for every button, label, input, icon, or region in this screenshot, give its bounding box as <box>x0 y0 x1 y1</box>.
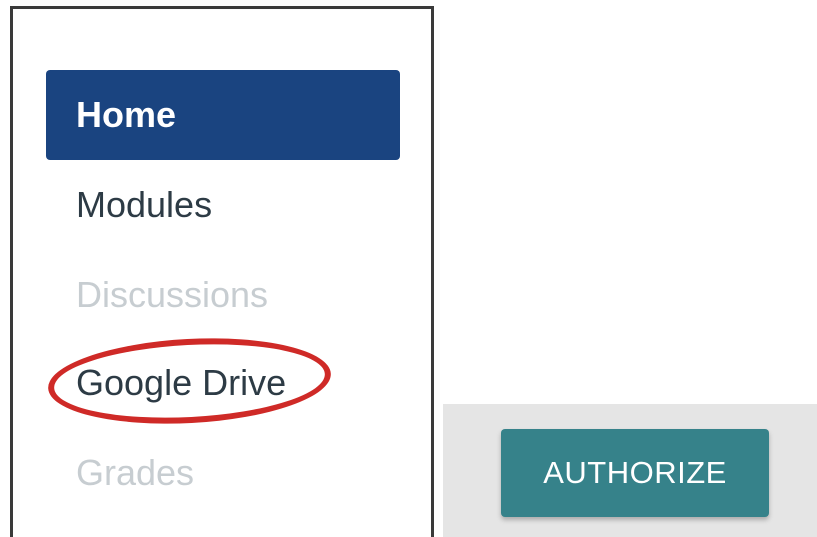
nav-item-discussions[interactable]: Discussions <box>46 250 268 340</box>
nav-item-home[interactable]: Home <box>46 70 400 160</box>
nav-item-modules[interactable]: Modules <box>46 160 212 250</box>
nav-item-grades[interactable]: Grades <box>46 428 194 518</box>
authorize-panel: AUTHORIZE <box>443 404 817 537</box>
authorize-button[interactable]: AUTHORIZE <box>501 429 769 517</box>
nav-item-google-drive[interactable]: Google Drive <box>46 338 286 428</box>
course-navigation: Home Modules Discussions Google Drive Gr… <box>10 6 434 537</box>
